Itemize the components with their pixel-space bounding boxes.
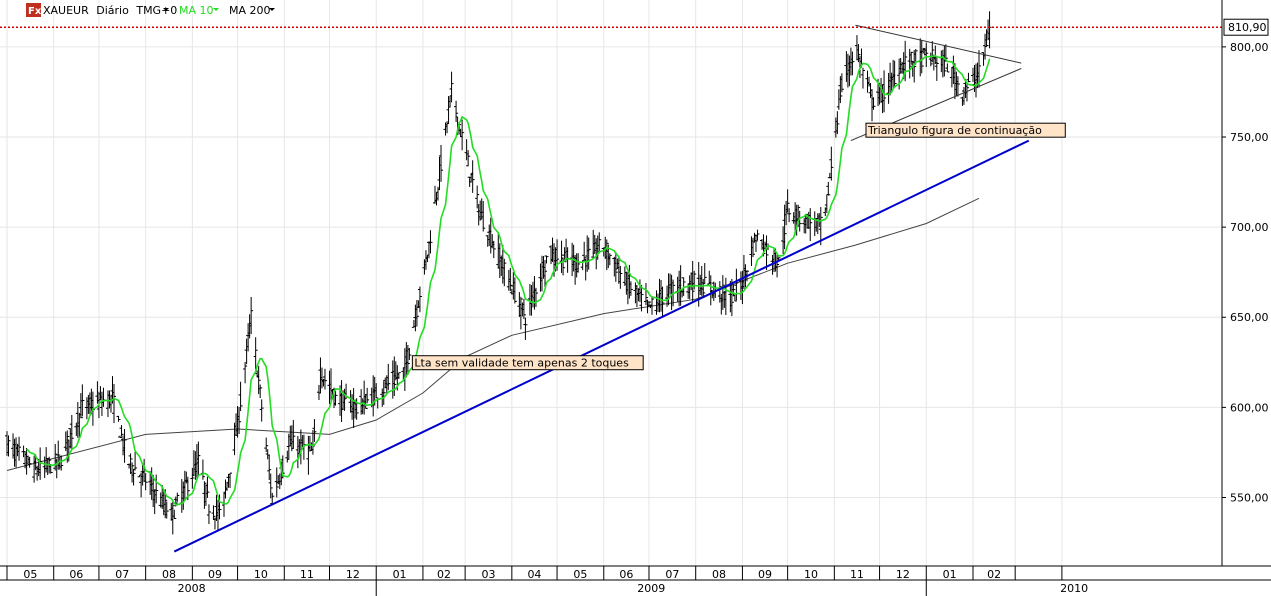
fx-icon: Fx (26, 3, 42, 17)
price-label: 810,90 (1228, 21, 1267, 34)
annotation-text: Triangulo figura de continuação (867, 124, 1042, 137)
x-month-label: 07 (115, 568, 129, 581)
y-tick-label: 700,00 (1230, 221, 1269, 234)
x-month-label: 02 (437, 568, 451, 581)
plot-area (0, 0, 1222, 566)
y-tick-label: 750,00 (1230, 131, 1269, 144)
y-tick-label: 600,00 (1230, 401, 1269, 414)
x-month-label: 09 (758, 568, 772, 581)
legend-symbol: XAUEUR (43, 4, 89, 17)
legend: Fx XAUEUR Diário TMG+0 MA 10 MA 200 (26, 3, 275, 17)
legend-period: Diário (96, 4, 129, 17)
legend-timezone: TMG+0 (135, 4, 177, 17)
x-month-label: 11 (300, 568, 314, 581)
x-month-label: 05 (573, 568, 587, 581)
x-month-label: 03 (481, 568, 495, 581)
legend-ma200[interactable]: MA 200 (229, 4, 271, 17)
x-month-label: 09 (208, 568, 222, 581)
x-month-label: 06 (619, 568, 633, 581)
x-month-label: 06 (69, 568, 83, 581)
x-month-label: 01 (393, 568, 407, 581)
annotation-text: Lta sem validade tem apenas 2 toques (414, 357, 629, 370)
x-month-label: 07 (665, 568, 679, 581)
x-year-label: 2008 (178, 582, 206, 595)
x-year-label: 2009 (637, 582, 665, 595)
x-month-label: 10 (254, 568, 268, 581)
legend-ma10[interactable]: MA 10 (179, 4, 214, 17)
y-tick-label: 800,00 (1230, 41, 1269, 54)
x-month-label: 08 (162, 568, 176, 581)
svg-text:Fx: Fx (28, 6, 42, 17)
svg-text:XAUEUR Diário TMG+: XAUEUR Diário TMG+0 (43, 4, 177, 17)
x-month-label: 02 (987, 568, 1001, 581)
y-tick-label: 550,00 (1230, 492, 1269, 505)
x-month-label: 08 (712, 568, 726, 581)
x-month-label: 01 (943, 568, 957, 581)
x-month-label: 12 (896, 568, 910, 581)
x-month-label: 11 (850, 568, 864, 581)
x-month-label: 12 (346, 568, 360, 581)
x-month-label: 05 (23, 568, 37, 581)
price-chart[interactable]: Lta sem validade tem apenas 2 toques Tria… (0, 0, 1271, 596)
x-month-label: 10 (804, 568, 818, 581)
y-tick-label: 650,00 (1230, 311, 1269, 324)
x-year-label: 2010 (1060, 582, 1088, 595)
x-month-label: 04 (527, 568, 541, 581)
